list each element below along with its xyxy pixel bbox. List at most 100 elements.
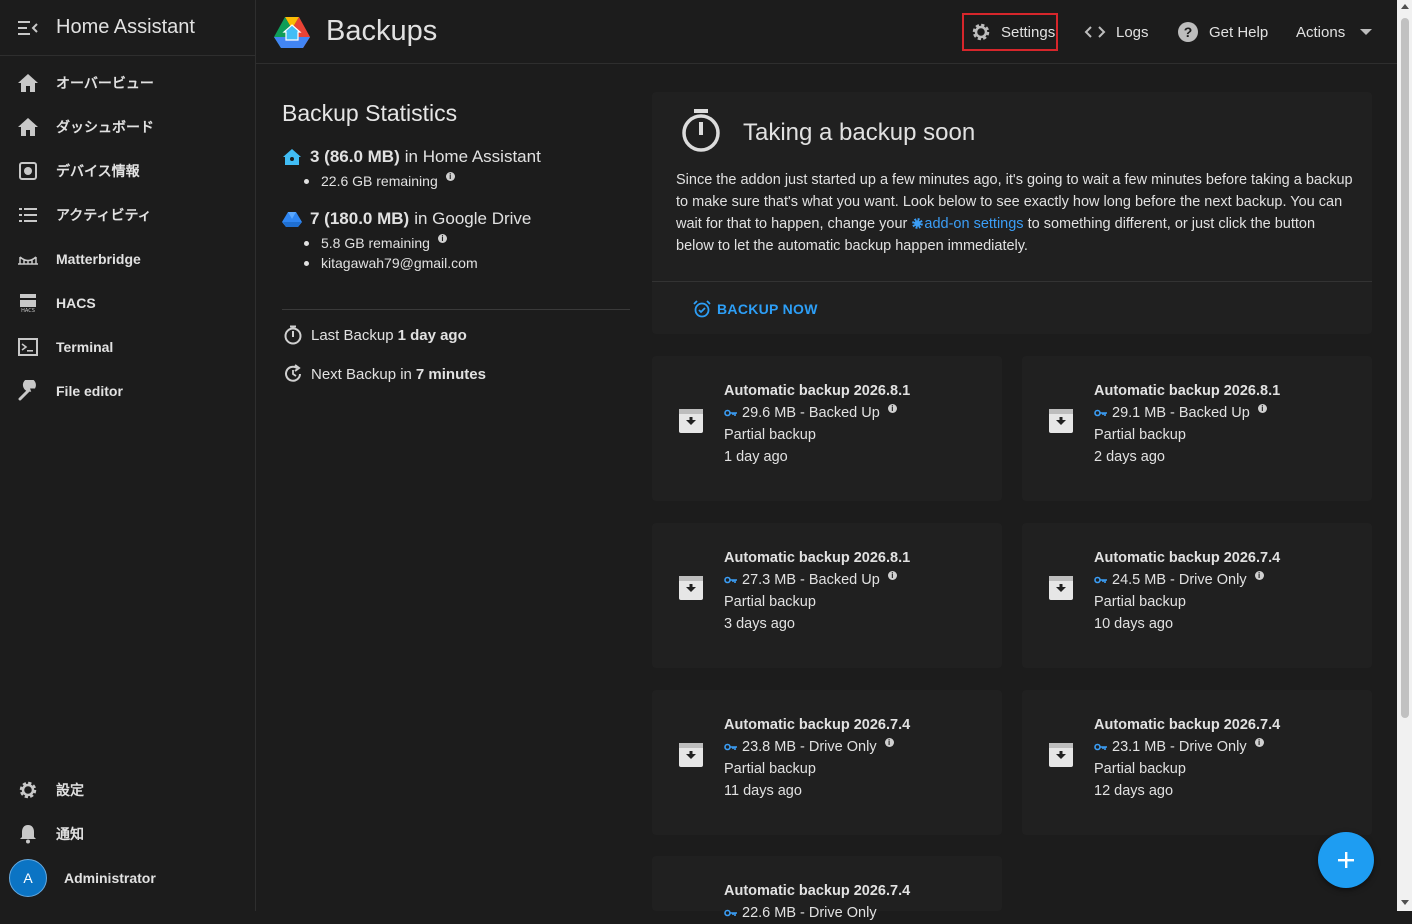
menu-icon[interactable] xyxy=(0,20,56,36)
backup-age: 11 days ago xyxy=(724,783,802,799)
get-help-button[interactable]: ? Get Help xyxy=(1177,13,1268,51)
next-backup-label: Next Backup in xyxy=(311,365,412,383)
info-icon[interactable]: i xyxy=(1254,570,1264,580)
info-icon[interactable]: i xyxy=(437,233,447,243)
sidebar-item-label: 通知 xyxy=(56,826,84,842)
backup-age: 1 day ago xyxy=(724,449,788,465)
drive-account-row: kitagawah79@gmail.com xyxy=(304,255,632,271)
terminal-icon xyxy=(0,338,56,356)
addon-settings-link[interactable]: add-on settings xyxy=(924,216,1023,232)
backup-name: Automatic backup 2026.7.4 xyxy=(724,883,911,899)
bullet xyxy=(304,240,309,246)
sidebar-item-label: Matterbridge xyxy=(56,251,141,267)
soon-description: Since the addon just started up a few mi… xyxy=(676,169,1356,257)
key-icon xyxy=(1094,576,1108,584)
actions-button[interactable]: Actions xyxy=(1296,13,1373,51)
info-icon[interactable]: i xyxy=(884,737,894,747)
svg-text:?: ? xyxy=(1184,24,1193,40)
backup-type: Partial backup xyxy=(724,594,816,610)
sidebar-item-label: オーバービュー xyxy=(56,75,154,91)
logs-button[interactable]: Logs xyxy=(1084,13,1149,51)
info-icon[interactable]: i xyxy=(445,171,455,181)
archive-icon xyxy=(1048,408,1074,439)
info-icon[interactable]: i xyxy=(887,570,897,580)
key-icon xyxy=(1094,743,1108,751)
sidebar-item-matterbridge[interactable]: Matterbridge xyxy=(0,237,255,281)
get-help-label: Get Help xyxy=(1209,23,1269,41)
settings-button[interactable]: Settings xyxy=(962,13,1058,51)
scrollbar[interactable] xyxy=(1397,0,1412,911)
sidebar-header: Home Assistant xyxy=(0,0,255,56)
ha-remaining: 22.6 GB remaining xyxy=(321,173,438,189)
info-icon[interactable]: i xyxy=(1254,737,1264,747)
bullet xyxy=(304,260,309,266)
sidebar-item-activity[interactable]: アクティビティ xyxy=(0,193,255,237)
code-icon xyxy=(1084,25,1106,39)
sidebar-item-terminal[interactable]: Terminal xyxy=(0,325,255,369)
key-icon xyxy=(1094,409,1108,417)
drive-account: kitagawah79@gmail.com xyxy=(321,255,478,271)
backup-card[interactable]: Automatic backup 2026.8.1 29.6 MB - Back… xyxy=(652,356,1002,501)
timer-icon xyxy=(680,106,722,159)
sidebar-item-label: アクティビティ xyxy=(56,207,152,223)
info-icon[interactable]: i xyxy=(887,403,897,413)
wrench-icon xyxy=(0,380,56,402)
scroll-up-icon[interactable] xyxy=(1401,4,1409,9)
info-icon[interactable]: i xyxy=(1257,403,1267,413)
sidebar-item-devices[interactable]: デバイス情報 xyxy=(0,149,255,193)
drive-stat: 7 (180.0 MB) in Google Drive xyxy=(282,209,632,229)
sidebar-item-label: Terminal xyxy=(56,339,114,355)
backup-name: Automatic backup 2026.8.1 xyxy=(1094,383,1281,399)
sidebar-item-hacs[interactable]: HACS HACS xyxy=(0,281,255,325)
backup-status: 27.3 MB - Backed Up xyxy=(742,572,880,588)
google-drive-icon xyxy=(282,211,302,228)
sidebar-item-user[interactable]: A Administrator xyxy=(0,856,255,900)
ha-suffix: in Home Assistant xyxy=(404,147,541,166)
sidebar-item-dashboard[interactable]: ダッシュボード xyxy=(0,105,255,149)
sidebar-item-label: ダッシュボード xyxy=(56,119,154,135)
sidebar-item-label: HACS xyxy=(56,295,96,311)
key-icon xyxy=(724,409,738,417)
ha-stat: 3 (86.0 MB) in Home Assistant xyxy=(282,147,632,167)
backup-statistics: Backup Statistics 3 (86.0 MB) in Home As… xyxy=(282,100,632,271)
user-name: Administrator xyxy=(64,870,156,886)
archive-icon xyxy=(678,742,704,773)
backup-status: 29.6 MB - Backed Up xyxy=(742,405,880,421)
help-icon: ? xyxy=(1177,21,1199,43)
backup-card[interactable]: Automatic backup 2026.7.4 23.1 MB - Driv… xyxy=(1022,690,1372,835)
sidebar-item-file-editor[interactable]: File editor xyxy=(0,369,255,413)
sidebar-item-overview[interactable]: オーバービュー xyxy=(0,61,255,105)
backup-card[interactable]: Automatic backup 2026.8.1 29.1 MB - Back… xyxy=(1022,356,1372,501)
archive-icon xyxy=(1048,575,1074,606)
scroll-down-icon[interactable] xyxy=(1401,900,1409,905)
backup-card[interactable]: Automatic backup 2026.7.4 24.5 MB - Driv… xyxy=(1022,523,1372,668)
backup-type: Partial backup xyxy=(1094,427,1186,443)
last-backup: Last Backup 1 day ago xyxy=(283,325,467,345)
backup-now-button[interactable]: BACKUP NOW xyxy=(693,300,818,318)
sidebar-item-label: デバイス情報 xyxy=(56,163,140,179)
home-icon xyxy=(0,118,56,136)
backup-name: Automatic backup 2026.8.1 xyxy=(724,383,911,399)
drive-remaining: 5.8 GB remaining xyxy=(321,235,430,251)
divider xyxy=(652,281,1372,282)
gear-icon xyxy=(971,22,991,42)
backup-card[interactable]: Automatic backup 2026.8.1 27.3 MB - Back… xyxy=(652,523,1002,668)
backup-card[interactable]: Automatic backup 2026.7.4 22.6 MB - Driv… xyxy=(652,856,1002,921)
divider xyxy=(282,309,630,310)
add-backup-button[interactable] xyxy=(1318,832,1374,888)
last-backup-label: Last Backup xyxy=(311,326,394,344)
backup-age: 2 days ago xyxy=(1094,449,1165,465)
backup-name: Automatic backup 2026.7.4 xyxy=(1094,550,1281,566)
home-icon xyxy=(0,74,56,92)
last-backup-value: 1 day ago xyxy=(397,326,467,344)
backup-age: 3 days ago xyxy=(724,616,795,632)
backup-soon-card: Taking a backup soon Since the addon jus… xyxy=(652,92,1372,334)
backup-type: Partial backup xyxy=(724,427,816,443)
sidebar-item-label: 設定 xyxy=(56,782,84,798)
backup-card[interactable]: Automatic backup 2026.7.4 23.8 MB - Driv… xyxy=(652,690,1002,835)
backup-name: Automatic backup 2026.7.4 xyxy=(724,717,911,733)
scroll-thumb[interactable] xyxy=(1401,18,1409,718)
sidebar-item-notifications[interactable]: 通知 xyxy=(0,812,255,856)
sidebar-item-settings[interactable]: 設定 xyxy=(0,768,255,812)
backup-status: 29.1 MB - Backed Up xyxy=(1112,405,1250,421)
